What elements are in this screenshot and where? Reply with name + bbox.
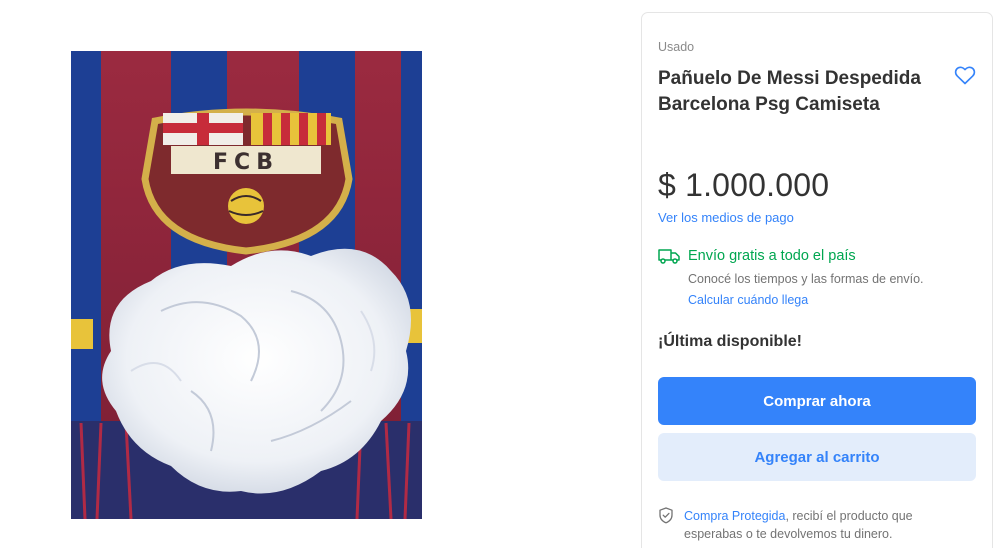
crest-letters: FCB [213, 150, 279, 175]
product-title: Pañuelo De Messi Despedida Barcelona Psg… [658, 68, 921, 115]
truck-icon [658, 249, 680, 264]
product-photo[interactable]: FCB [71, 51, 422, 519]
calculate-shipping-link[interactable]: Calcular cuándo llega [688, 293, 808, 307]
shield-check-icon [659, 507, 673, 524]
shipping-description: Conocé los tiempos y las formas de envío… [688, 272, 924, 286]
favorite-button[interactable] [953, 63, 977, 87]
buy-box: Usado Pañuelo De Messi Despedida Barcelo… [641, 12, 993, 548]
buyer-protection-note: Compra Protegida, recibí el producto que… [684, 507, 974, 543]
add-to-cart-button[interactable]: Agregar al carrito [658, 433, 976, 481]
item-condition: Usado [658, 40, 695, 54]
product-photo-illustration: FCB [71, 51, 422, 519]
free-shipping-label: Envío gratis a todo el país [688, 248, 856, 264]
buy-now-button[interactable]: Comprar ahora [658, 377, 976, 425]
payment-methods-link[interactable]: Ver los medios de pago [658, 210, 794, 225]
protected-purchase-link[interactable]: Compra Protegida [684, 509, 785, 523]
heart-outline-icon [954, 66, 976, 85]
product-price: $ 1.000.000 [658, 167, 830, 203]
stock-status: ¡Última disponible! [658, 333, 802, 350]
